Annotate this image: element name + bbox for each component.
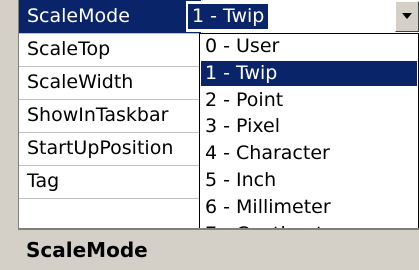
- dropdown-option[interactable]: 4 - Character: [201, 141, 417, 166]
- scalemode-dropdown-list: 0 - User 1 - Twip 2 - Point 3 - Pixel 4 …: [199, 33, 419, 255]
- properties-window: ScaleMode ScaleTop ScaleWidth ShowInTask…: [0, 0, 419, 270]
- property-name[interactable]: ScaleWidth: [19, 66, 201, 99]
- dropdown-option[interactable]: 5 - Inch: [201, 168, 417, 193]
- dropdown-option[interactable]: 6 - Millimeter: [201, 195, 417, 220]
- property-name[interactable]: ShowInTaskbar: [19, 99, 201, 132]
- dropdown-option[interactable]: 2 - Point: [201, 88, 417, 113]
- property-name[interactable]: StartUpPosition: [19, 132, 201, 165]
- dropdown-button[interactable]: [395, 1, 419, 32]
- property-name[interactable]: Tag: [19, 165, 201, 198]
- property-name[interactable]: ScaleMode: [19, 0, 201, 33]
- dropdown-option-selected[interactable]: 1 - Twip: [201, 61, 417, 86]
- property-name[interactable]: ScaleTop: [19, 33, 201, 66]
- chevron-down-icon: [402, 13, 412, 19]
- dropdown-option[interactable]: 0 - User: [201, 34, 417, 59]
- combo-value[interactable]: 1 - Twip: [188, 4, 269, 29]
- description-panel: ScaleMode: [18, 228, 419, 270]
- window-frame: [0, 0, 19, 268]
- scalemode-combo[interactable]: 1 - Twip: [186, 1, 419, 32]
- description-title: ScaleMode: [26, 238, 148, 262]
- dropdown-option[interactable]: 3 - Pixel: [201, 114, 417, 139]
